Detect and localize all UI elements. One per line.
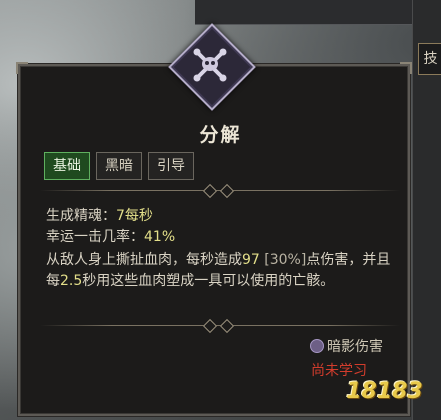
damage-type-tag: 暗影伤害: [310, 336, 383, 356]
top-ui-panel: [195, 0, 441, 25]
skill-tabs: 基础 黑暗 引导: [44, 152, 194, 180]
interval-value: 2.5: [60, 273, 83, 289]
corner-ornament: [400, 62, 412, 74]
crossed-bones-skull-icon: [186, 41, 234, 89]
tab-darkness[interactable]: 黑暗: [96, 152, 142, 180]
description-text: 从敌人身上撕扯血肉，每秒造成: [46, 252, 242, 268]
tab-basic[interactable]: 基础: [44, 152, 90, 180]
lucky-hit-stat: 幸运一击几率：41%: [46, 227, 396, 248]
description-text: 秒用这些血肉塑成一具可以使用的亡骸。: [82, 273, 335, 289]
corner-ornament: [16, 62, 28, 74]
lucky-hit-value: 41%: [144, 229, 176, 245]
damage-type-label: 暗影伤害: [327, 339, 383, 355]
site-watermark-logo: 18183: [346, 378, 423, 404]
tab-channel[interactable]: 引导: [148, 152, 194, 180]
skill-stats: 生成精魂：7每秒 幸运一击几率：41% 从敌人身上撕扯血肉，每秒造成97 [30…: [46, 206, 396, 292]
essence-value: 7每秒: [116, 208, 153, 224]
lucky-hit-label: 幸运一击几率：: [46, 229, 144, 245]
damage-value: 97: [242, 252, 260, 268]
essence-label: 生成精魂：: [46, 208, 116, 224]
skill-description: 从敌人身上撕扯血肉，每秒造成97 [30%]点伤害，并且每2.5秒用这些血肉塑成…: [46, 250, 396, 292]
damage-percent: [30%]: [264, 252, 307, 268]
essence-stat: 生成精魂：7每秒: [46, 206, 396, 227]
shadow-damage-icon: [310, 339, 324, 353]
skills-side-button[interactable]: 技: [418, 43, 441, 75]
skill-title: 分解: [199, 124, 242, 146]
